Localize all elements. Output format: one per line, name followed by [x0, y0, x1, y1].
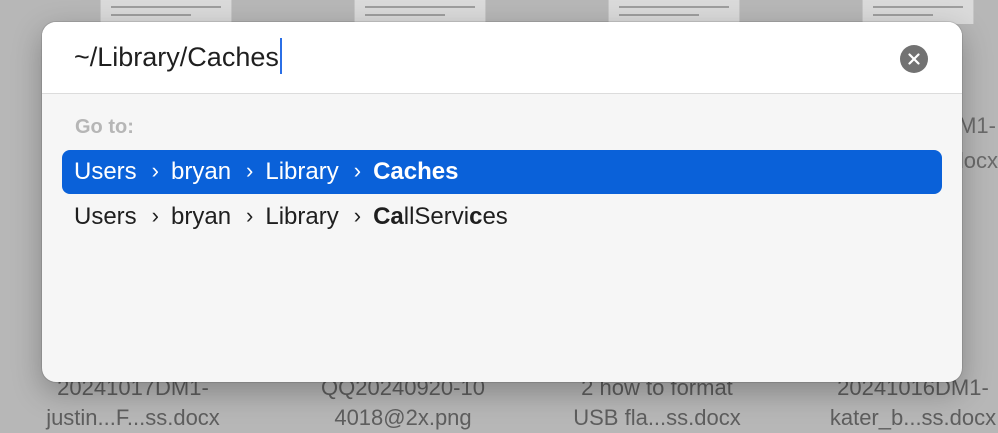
text-caret — [279, 38, 282, 74]
chevron-right-icon: › — [353, 203, 362, 228]
crumb-library: Library — [265, 158, 339, 185]
crumb-user: bryan — [171, 203, 232, 230]
path-input-text: ~/Library/Caches — [74, 42, 279, 72]
match-highlight: c — [469, 203, 483, 230]
crumb-target-folder: Caches — [373, 158, 459, 185]
crumb-library: Library — [265, 203, 339, 230]
chevron-right-icon: › — [353, 158, 362, 183]
file-name-fragment: locx — [958, 148, 998, 173]
match-text: es — [482, 203, 508, 230]
file-caption[interactable]: 20241016DM1- kater_b...ss.docx — [808, 373, 998, 433]
chevron-right-icon: › — [246, 203, 254, 228]
file-thumbnail[interactable] — [608, 0, 740, 24]
chevron-right-icon: › — [246, 158, 254, 183]
chevron-right-icon: › — [151, 203, 159, 228]
path-input-area: ~/Library/Caches — [42, 22, 962, 94]
match-highlight: Ca — [373, 203, 404, 230]
go-to-label: Go to: — [75, 116, 134, 138]
crumb-users: Users — [74, 203, 137, 230]
crumb-users: Users — [74, 158, 137, 185]
file-thumbnail[interactable] — [862, 0, 974, 24]
file-thumbnail[interactable] — [354, 0, 486, 24]
crumb-target-folder: CallServices — [373, 203, 508, 231]
file-caption[interactable]: 20241017DM1- justin...F...ss.docx — [38, 373, 228, 433]
file-thumbnail[interactable] — [100, 0, 232, 24]
file-caption[interactable]: QQ20240920-10 4018@2x.png — [298, 373, 508, 433]
close-icon — [908, 53, 920, 65]
crumb-user: bryan — [171, 158, 232, 185]
path-input[interactable]: ~/Library/Caches — [74, 37, 282, 77]
result-row-callservices[interactable]: Users › bryan › Library › CallServices — [62, 195, 942, 239]
chevron-right-icon: › — [151, 158, 159, 183]
go-to-folder-dialog: ~/Library/Caches Go to: Users › bryan › … — [42, 22, 962, 382]
file-caption[interactable]: 2 how to format USB fla...ss.docx — [552, 373, 762, 433]
clear-button[interactable] — [900, 45, 928, 73]
match-text: llServi — [403, 203, 470, 230]
result-row-caches[interactable]: Users › bryan › Library › Caches — [62, 150, 942, 194]
